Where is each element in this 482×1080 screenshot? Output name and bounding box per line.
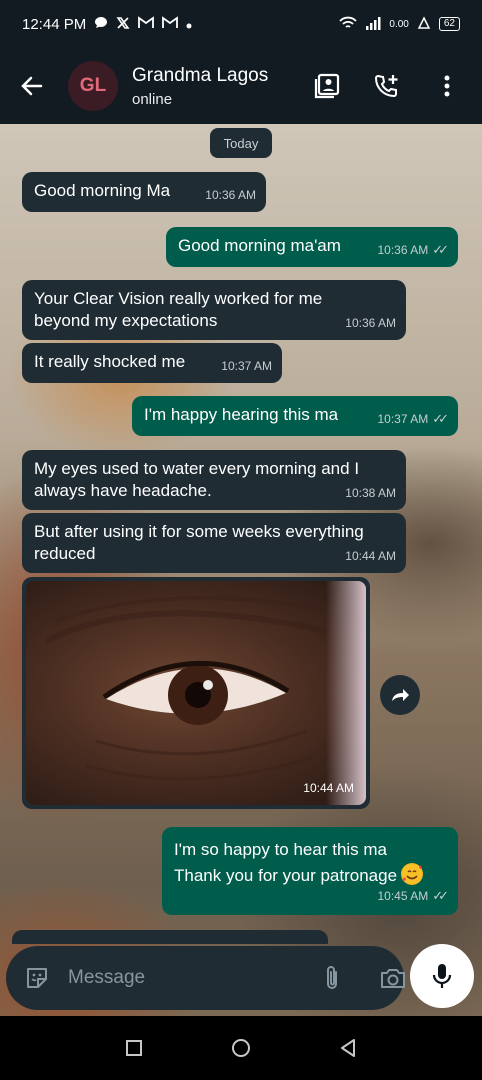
message-time: 10:36 AM bbox=[205, 188, 256, 202]
message-input[interactable] bbox=[68, 967, 313, 989]
date-chip: Today bbox=[210, 128, 272, 158]
message-text: It really shocked me bbox=[34, 352, 186, 371]
message-composer bbox=[6, 946, 407, 1010]
circle-icon bbox=[231, 1039, 250, 1057]
chat-area[interactable]: Today Good morning Ma 10:36 AM Good morn… bbox=[0, 124, 482, 1016]
message-outgoing[interactable]: I'm happy hearing this ma 10:37 AM ✓✓ bbox=[132, 396, 458, 436]
eye-illustration bbox=[44, 596, 337, 781]
message-text: beyond my expectations bbox=[34, 311, 218, 330]
recents-button[interactable] bbox=[114, 1028, 154, 1068]
status-time: 12:44 PM bbox=[22, 15, 87, 33]
message-time: 10:36 AM bbox=[345, 316, 396, 330]
contact-card-icon bbox=[314, 73, 340, 99]
forward-button[interactable] bbox=[380, 675, 420, 715]
message-text: I'm happy hearing this ma bbox=[144, 405, 339, 424]
message-incoming-partial bbox=[12, 930, 328, 944]
message-time: 10:38 AM bbox=[345, 486, 396, 500]
more-options-button[interactable] bbox=[432, 71, 462, 101]
microphone-icon bbox=[432, 964, 452, 988]
forward-icon bbox=[392, 689, 409, 701]
home-button[interactable] bbox=[221, 1028, 261, 1068]
message-text: My eyes used to water every morning and … bbox=[34, 459, 360, 478]
message-incoming[interactable]: It really shocked me 10:37 AM bbox=[22, 343, 282, 383]
signal-icon bbox=[365, 16, 381, 33]
message-incoming[interactable]: Good morning Ma 10:36 AM bbox=[22, 172, 266, 212]
message-text: Thank you for your patronage bbox=[174, 866, 398, 885]
message-text: Your Clear Vision really worked for me bbox=[34, 289, 323, 308]
arrow-left-icon bbox=[21, 76, 43, 96]
sticker-icon bbox=[27, 968, 47, 988]
back-nav-button[interactable] bbox=[328, 1028, 368, 1068]
attach-button[interactable] bbox=[321, 963, 343, 993]
message-text: Good morning Ma bbox=[34, 181, 171, 200]
message-text: But after using it for some weeks everyt… bbox=[34, 522, 364, 541]
message-incoming[interactable]: My eyes used to water every morning and … bbox=[22, 450, 406, 510]
status-bar: 12:44 PM 0.00 62 bbox=[0, 0, 482, 48]
message-text: Good morning ma'am bbox=[178, 236, 341, 255]
eye-photo[interactable]: 10:44 AM bbox=[26, 581, 366, 805]
double-check-icon: ✓✓ bbox=[432, 411, 449, 426]
call-button[interactable] bbox=[372, 71, 402, 101]
chat-bubble-icon bbox=[94, 16, 108, 33]
contact-name[interactable]: Grandma Lagos bbox=[132, 65, 268, 87]
phone-add-icon bbox=[374, 74, 398, 98]
message-time: 10:45 AM ✓✓ bbox=[378, 883, 449, 909]
smiling-face-with-hearts-icon bbox=[401, 863, 424, 885]
chat-header: GL Grandma Lagos online bbox=[0, 48, 482, 124]
message-time: 10:44 AM bbox=[303, 781, 354, 795]
message-text: always have headache. bbox=[34, 481, 212, 500]
contact-status: online bbox=[132, 90, 173, 108]
image-message[interactable]: 10:44 AM bbox=[22, 577, 370, 809]
x-icon bbox=[116, 16, 130, 33]
video-call-button[interactable] bbox=[312, 71, 342, 101]
message-outgoing[interactable]: Good morning ma'am 10:36 AM ✓✓ bbox=[166, 227, 458, 267]
camera-button[interactable] bbox=[379, 963, 407, 993]
double-check-icon: ✓✓ bbox=[432, 242, 449, 257]
voice-message-button[interactable] bbox=[410, 944, 474, 1008]
alarm-icon bbox=[417, 15, 431, 33]
message-text: reduced bbox=[34, 544, 96, 563]
gmail-icon bbox=[162, 16, 179, 32]
battery-indicator: 62 bbox=[438, 17, 460, 31]
wifi-icon bbox=[339, 16, 358, 33]
message-time: 10:36 AM ✓✓ bbox=[378, 239, 449, 261]
dot-icon bbox=[186, 17, 192, 32]
gmail-icon bbox=[138, 16, 155, 32]
network-speed: 0.00 bbox=[389, 18, 409, 30]
camera-icon bbox=[381, 969, 405, 988]
paperclip-icon bbox=[327, 966, 337, 989]
triangle-back-icon bbox=[341, 1039, 356, 1057]
message-incoming[interactable]: Your Clear Vision really worked for me b… bbox=[22, 280, 406, 340]
message-incoming[interactable]: But after using it for some weeks everyt… bbox=[22, 513, 406, 573]
double-check-icon: ✓✓ bbox=[432, 888, 449, 903]
message-text: I'm so happy to hear this ma bbox=[174, 840, 388, 859]
contact-info[interactable]: Grandma Lagos online bbox=[132, 65, 268, 108]
emoji-sticker-button[interactable] bbox=[24, 963, 50, 993]
back-button[interactable] bbox=[0, 48, 64, 124]
system-navigation-bar bbox=[0, 1016, 482, 1080]
more-vertical-icon bbox=[444, 75, 450, 97]
avatar[interactable]: GL bbox=[68, 61, 118, 111]
message-time: 10:37 AM bbox=[221, 359, 272, 373]
message-time: 10:44 AM bbox=[345, 549, 396, 563]
message-time: 10:37 AM ✓✓ bbox=[378, 408, 449, 430]
square-icon bbox=[125, 1040, 142, 1056]
message-outgoing[interactable]: I'm so happy to hear this ma Thank you f… bbox=[162, 827, 458, 915]
